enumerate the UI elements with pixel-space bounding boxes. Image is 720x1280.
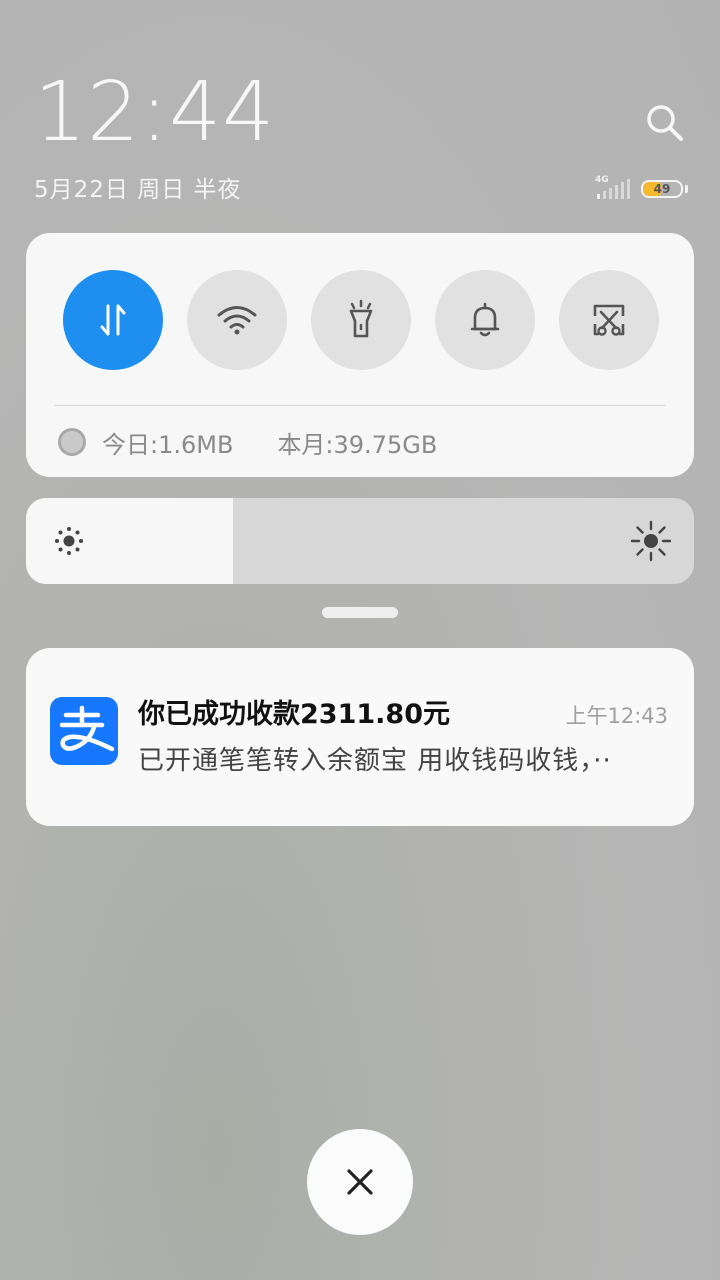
screenshot-toggle[interactable]: [559, 270, 659, 370]
clock-time: 12:44: [34, 65, 276, 160]
status-indicators: 4G 49: [595, 175, 688, 202]
wifi-toggle[interactable]: [187, 270, 287, 370]
panel-drag-handle[interactable]: [322, 607, 398, 618]
battery-cap: [685, 185, 688, 193]
quick-settings-panel: 今日:1.6MB 本月:39.75GB: [26, 233, 694, 477]
search-icon[interactable]: [644, 102, 684, 142]
notification-time: 上午12:43: [565, 704, 668, 728]
data-usage-row[interactable]: 今日:1.6MB 本月:39.75GB: [58, 425, 437, 459]
flashlight-icon: [349, 299, 373, 338]
mobile-data-toggle[interactable]: [63, 270, 163, 370]
quick-toggles: [63, 270, 659, 370]
brightness-low-icon: [55, 527, 83, 555]
quick-settings-divider: [54, 405, 666, 406]
notification-body: 已开通笔笔转入余额宝 用收钱码收钱，··: [138, 746, 612, 776]
ringer-toggle[interactable]: [435, 270, 535, 370]
wifi-icon: [217, 306, 257, 335]
alipay-icon: [50, 697, 118, 765]
sim-indicator: [58, 428, 86, 456]
data-usage-month: 本月:39.75GB: [277, 430, 438, 459]
notification-title: 你已成功收款2311.80元: [138, 699, 450, 730]
data-usage-today: 今日:1.6MB: [102, 430, 234, 459]
flashlight-toggle[interactable]: [311, 270, 411, 370]
screenshot-icon: [593, 304, 625, 336]
battery-level: 49: [653, 182, 671, 196]
battery-icon: 49: [641, 180, 683, 198]
clear-notifications-button[interactable]: [307, 1129, 413, 1235]
brightness-slider[interactable]: [26, 498, 694, 584]
bell-icon: [470, 302, 500, 337]
mobile-data-icon: [100, 304, 126, 336]
signal-icon: 4G: [595, 175, 631, 201]
close-icon: [347, 1169, 373, 1195]
notification-card[interactable]: 你已成功收款2311.80元 上午12:43 已开通笔笔转入余额宝 用收钱码收钱…: [26, 648, 694, 826]
brightness-high-icon: [630, 520, 672, 562]
date-text: 5月22日 周日 半夜: [34, 177, 242, 203]
